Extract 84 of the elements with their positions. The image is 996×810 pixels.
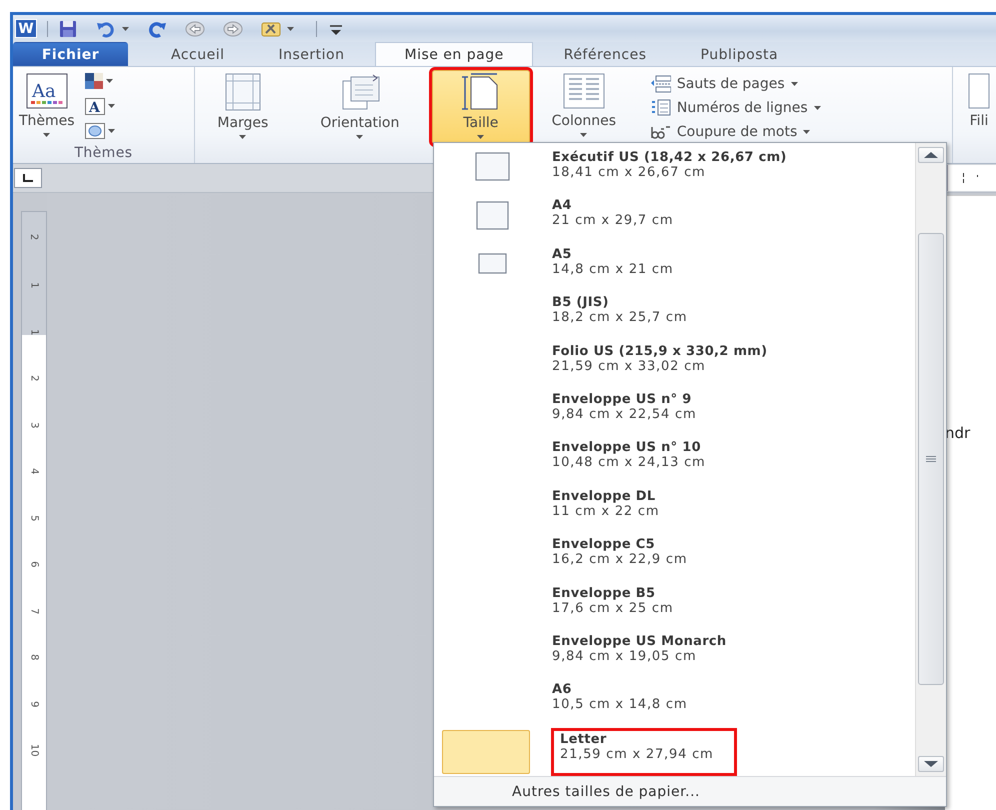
group-label: Thèmes <box>73 145 134 163</box>
ribbon-button[interactable]: Orientation <box>290 70 430 144</box>
ruler-number: 9 <box>28 700 40 707</box>
back-arrow-button[interactable] <box>185 18 205 38</box>
app-logo: W <box>15 19 37 38</box>
menu-item[interactable]: Enveloppe B5 17,6 cm x 25 cm <box>434 582 915 631</box>
scroll-up-button[interactable] <box>918 147 944 163</box>
caret-icon[interactable] <box>790 82 798 86</box>
menu-item[interactable]: Enveloppe US n° 10 10,48 cm x 24,13 cm <box>434 437 915 486</box>
ribbon-button[interactable]: Marges <box>198 70 288 144</box>
ruler-number: 10 <box>28 744 40 757</box>
menu-item[interactable]: Enveloppe DL 11 cm x 22 cm <box>434 486 915 534</box>
ruler-number: 6 <box>28 561 40 568</box>
menu-item[interactable]: A5 14,8 cm x 21 cm <box>434 244 915 292</box>
menu-item[interactable]: Folio US (215,9 x 330,2 mm) 21,59 cm x 33,02 cm <box>434 340 915 389</box>
more-sizes-link[interactable]: Autres tailles de papier... <box>512 784 700 800</box>
ribbon-tab[interactable]: Insertion <box>256 42 368 66</box>
tab-selector[interactable] <box>14 168 42 188</box>
columns-icon <box>562 73 605 109</box>
hyphenation-button[interactable]: Coupure de mots <box>648 120 824 144</box>
caret-icon <box>287 26 294 30</box>
caret-icon[interactable] <box>239 135 246 139</box>
caret-icon[interactable] <box>356 135 364 139</box>
themes-icon: Aa <box>26 73 68 109</box>
ribbon-button[interactable]: Taille <box>432 70 530 144</box>
scroll-down-button[interactable] <box>918 756 944 772</box>
ribbon-button[interactable]: Fili <box>965 70 993 144</box>
ruler-number: 1 <box>28 328 40 335</box>
ribbon-tab[interactable]: Publiposta <box>678 42 802 66</box>
ribbon-tab[interactable]: Références <box>540 42 670 66</box>
ruler-number: 7 <box>28 608 40 614</box>
color-scheme-icon <box>84 73 103 89</box>
ruler-number: 8 <box>28 654 40 660</box>
ruler-number: 3 <box>28 422 40 428</box>
line-numbers-icon <box>650 99 671 117</box>
caret-icon[interactable] <box>108 129 115 133</box>
caret-icon[interactable] <box>108 104 115 108</box>
page-break-button[interactable]: Sauts de pages <box>648 72 824 96</box>
menu-item[interactable]: Exécutif US (18,42 x 26,67 cm) 18,41 cm x 26,67 cm <box>434 147 915 196</box>
menu-item[interactable]: B5 (JIS) 18,2 cm x 25,7 cm <box>434 292 915 341</box>
forward-arrow-button[interactable] <box>223 18 243 38</box>
effects-icon <box>84 123 105 139</box>
file-tab[interactable]: Fichier <box>13 42 128 66</box>
menu-item[interactable]: A4 21 cm x 29,7 cm <box>434 195 915 244</box>
scrollbar[interactable] <box>915 143 946 776</box>
grip-icon <box>926 456 936 462</box>
down-arrow-icon <box>924 761 938 767</box>
menu-item[interactable]: Enveloppe C5 16,2 cm x 22,9 cm <box>434 534 915 583</box>
ruler-number: 2 <box>28 234 40 240</box>
ribbon-tab[interactable]: Accueil <box>148 42 248 66</box>
ruler-number: 2 <box>28 375 40 382</box>
ruler-number: 4 <box>28 468 40 474</box>
up-arrow-icon <box>924 152 938 158</box>
margins-icon <box>224 73 261 111</box>
menu-item[interactable]: Letter 21,59 cm x 27,94 cm <box>434 728 915 776</box>
caret-icon[interactable] <box>43 133 50 137</box>
ribbon-button[interactable]: Aa Thèmes <box>16 70 78 144</box>
color-scheme-button[interactable] <box>84 72 116 90</box>
page-icon <box>968 73 990 109</box>
menu-item[interactable]: Enveloppe US Monarch 9,84 cm x 19,05 cm <box>434 630 915 680</box>
caret-icon[interactable] <box>106 79 113 83</box>
ribbon-tab[interactable]: Mise en page <box>375 42 533 66</box>
tab-stop-icon <box>23 174 33 182</box>
save-icon <box>58 18 78 38</box>
caret-icon <box>122 26 129 30</box>
ruler-number: 1 <box>28 282 40 288</box>
menu-item[interactable]: A6 10,5 cm x 14,8 cm <box>434 679 915 728</box>
font-button[interactable]: A <box>84 96 116 116</box>
page-break-icon <box>650 75 671 93</box>
line-numbers-button[interactable]: Numéros de lignes <box>648 96 824 120</box>
caret-icon[interactable] <box>580 133 588 137</box>
scroll-thumb[interactable] <box>918 233 944 685</box>
save-button[interactable] <box>58 18 78 38</box>
menu-item[interactable]: Enveloppe US n° 9 9,84 cm x 22,54 cm <box>434 388 915 438</box>
effects-button[interactable] <box>84 122 116 140</box>
caret-icon[interactable] <box>477 135 484 139</box>
caret-icon[interactable] <box>814 106 821 110</box>
caret-icon[interactable] <box>803 130 810 134</box>
page-icon <box>475 152 511 182</box>
font-icon: A <box>84 98 105 114</box>
page-icon <box>478 252 508 275</box>
ruler-ticks <box>963 173 978 183</box>
page-icon <box>476 200 510 231</box>
ruler-number: 5 <box>28 514 40 521</box>
